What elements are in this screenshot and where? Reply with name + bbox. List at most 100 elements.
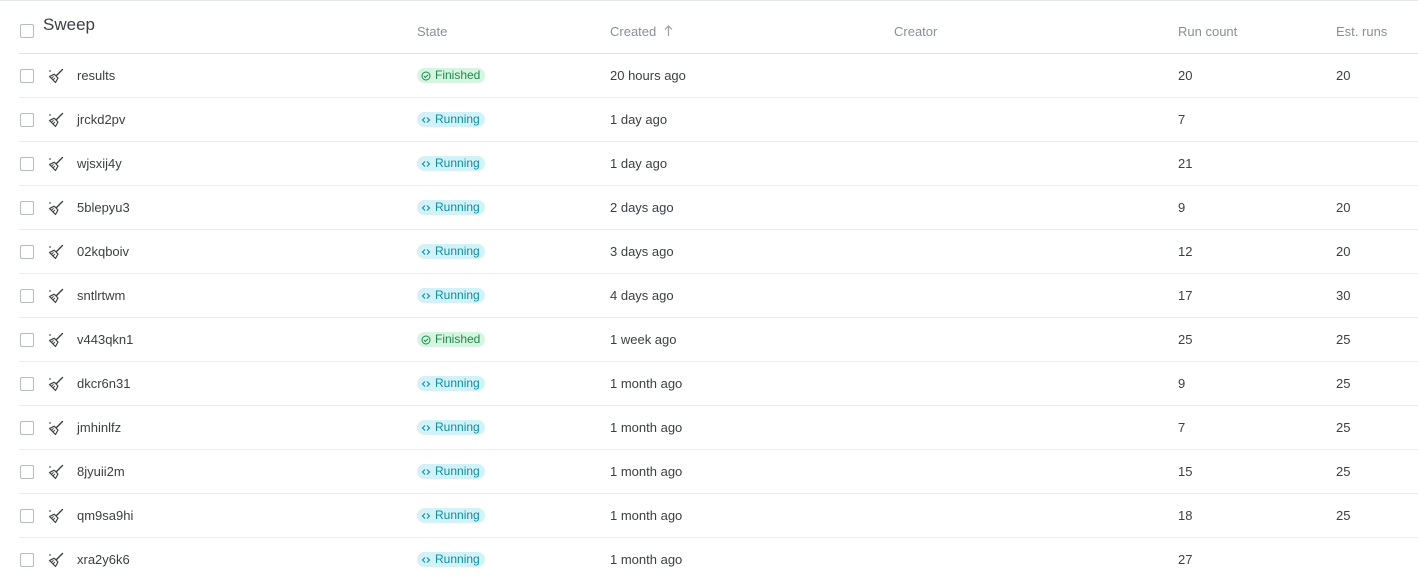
status-badge: Running bbox=[417, 288, 485, 303]
table-row[interactable]: 8jyuii2m Running 1 month ago 15 25 bbox=[19, 450, 1418, 494]
row-checkbox[interactable] bbox=[20, 68, 34, 83]
est-runs: 25 bbox=[1336, 420, 1351, 435]
est-runs: 20 bbox=[1336, 68, 1351, 83]
code-brackets-icon bbox=[421, 511, 431, 521]
row-checkbox-cell bbox=[20, 362, 40, 405]
row-checkbox[interactable] bbox=[20, 112, 34, 127]
est-runs: 25 bbox=[1336, 332, 1351, 347]
code-brackets-icon bbox=[421, 159, 431, 169]
header-created[interactable]: Created bbox=[610, 5, 673, 57]
state-cell: Running bbox=[417, 98, 485, 141]
header-run-count[interactable]: Run count bbox=[1178, 5, 1237, 57]
run-count: 9 bbox=[1178, 376, 1186, 391]
row-checkbox[interactable] bbox=[20, 244, 34, 259]
row-checkbox[interactable] bbox=[20, 420, 34, 435]
table-row[interactable]: sntlrtwm Running 4 days ago 17 30 bbox=[19, 274, 1418, 318]
sweep-name-link[interactable]: jmhinlfz bbox=[77, 420, 121, 435]
table-row[interactable]: 02kqboiv Running 3 days ago 12 20 bbox=[19, 230, 1418, 274]
status-badge: Running bbox=[417, 112, 485, 127]
table-row[interactable]: qm9sa9hi Running 1 month ago 18 25 bbox=[19, 494, 1418, 538]
header-est-runs[interactable]: Est. runs bbox=[1336, 5, 1387, 57]
table-row[interactable]: dkcr6n31 Running 1 month ago 9 25 bbox=[19, 362, 1418, 406]
status-badge: Running bbox=[417, 552, 485, 567]
header-creator[interactable]: Creator bbox=[894, 5, 937, 57]
created-time: 1 month ago bbox=[610, 376, 683, 391]
created-time: 2 days ago bbox=[610, 200, 674, 215]
state-cell: Running bbox=[417, 450, 485, 493]
table-row[interactable]: wjsxij4y Running 1 day ago 21 bbox=[19, 142, 1418, 186]
row-checkbox[interactable] bbox=[20, 508, 34, 523]
header-sweep[interactable]: Sweep bbox=[43, 0, 95, 51]
created-time: 1 month ago bbox=[610, 552, 683, 567]
state-cell: Running bbox=[417, 274, 485, 317]
sweep-name-link[interactable]: sntlrtwm bbox=[77, 288, 125, 303]
row-checkbox[interactable] bbox=[20, 376, 34, 391]
status-badge-label: Running bbox=[435, 156, 480, 170]
sweep-name-link[interactable]: wjsxij4y bbox=[77, 156, 122, 171]
sweep-name-link[interactable]: 02kqboiv bbox=[77, 244, 129, 259]
broom-icon bbox=[48, 274, 68, 317]
state-cell: Running bbox=[417, 362, 485, 405]
table-row[interactable]: xra2y6k6 Running 1 month ago 27 bbox=[19, 538, 1418, 581]
code-brackets-icon bbox=[421, 247, 431, 257]
status-badge: Running bbox=[417, 200, 485, 215]
created-time: 1 week ago bbox=[610, 332, 677, 347]
row-checkbox[interactable] bbox=[20, 156, 34, 171]
row-checkbox[interactable] bbox=[20, 552, 34, 567]
sweeps-table: Sweep State Created Creator Run count Es… bbox=[19, 1, 1418, 581]
header-created-label: Created bbox=[610, 23, 657, 39]
row-checkbox-cell bbox=[20, 406, 40, 449]
table-row[interactable]: v443qkn1 Finished 1 week ago 25 25 bbox=[19, 318, 1418, 362]
sweep-name-link[interactable]: results bbox=[77, 68, 115, 83]
created-time: 1 month ago bbox=[610, 508, 683, 523]
est-runs: 25 bbox=[1336, 464, 1351, 479]
broom-icon bbox=[48, 142, 68, 185]
row-checkbox[interactable] bbox=[20, 332, 34, 347]
row-checkbox-cell bbox=[20, 54, 40, 97]
sweep-name-link[interactable]: qm9sa9hi bbox=[77, 508, 133, 523]
sweep-name-link[interactable]: dkcr6n31 bbox=[77, 376, 130, 391]
broom-icon bbox=[48, 494, 68, 537]
row-checkbox[interactable] bbox=[20, 464, 34, 479]
sweep-name-link[interactable]: jrckd2pv bbox=[77, 112, 125, 127]
created-time: 1 day ago bbox=[610, 156, 668, 171]
sweep-name-link[interactable]: v443qkn1 bbox=[77, 332, 133, 347]
broom-icon bbox=[48, 538, 68, 581]
state-cell: Running bbox=[417, 494, 485, 537]
state-cell: Running bbox=[417, 142, 485, 185]
sweep-name-link[interactable]: xra2y6k6 bbox=[77, 552, 130, 567]
code-brackets-icon bbox=[421, 379, 431, 389]
check-circle-icon bbox=[421, 71, 431, 81]
status-badge-label: Running bbox=[435, 464, 480, 478]
sweep-name-link[interactable]: 5blepyu3 bbox=[77, 200, 130, 215]
created-time: 1 month ago bbox=[610, 420, 683, 435]
row-checkbox[interactable] bbox=[20, 288, 34, 303]
code-brackets-icon bbox=[421, 423, 431, 433]
run-count: 25 bbox=[1178, 332, 1193, 347]
run-count: 18 bbox=[1178, 508, 1193, 523]
table-row[interactable]: 5blepyu3 Running 2 days ago 9 20 bbox=[19, 186, 1418, 230]
status-badge-label: Running bbox=[435, 420, 480, 434]
run-count: 15 bbox=[1178, 464, 1193, 479]
table-row[interactable]: jmhinlfz Running 1 month ago 7 25 bbox=[19, 406, 1418, 450]
broom-icon bbox=[48, 98, 68, 141]
select-all-checkbox[interactable] bbox=[20, 24, 34, 38]
arrow-up-icon[interactable] bbox=[664, 25, 673, 37]
row-checkbox[interactable] bbox=[20, 200, 34, 215]
status-badge-label: Running bbox=[435, 288, 480, 302]
status-badge-label: Running bbox=[435, 200, 480, 214]
state-cell: Running bbox=[417, 406, 485, 449]
table-row[interactable]: jrckd2pv Running 1 day ago 7 bbox=[19, 98, 1418, 142]
created-time: 20 hours ago bbox=[610, 68, 686, 83]
code-brackets-icon bbox=[421, 291, 431, 301]
sweep-name-link[interactable]: 8jyuii2m bbox=[77, 464, 125, 479]
header-state[interactable]: State bbox=[417, 5, 447, 57]
table-header: Sweep State Created Creator Run count Es… bbox=[19, 1, 1418, 54]
row-checkbox-cell bbox=[20, 538, 40, 581]
row-checkbox-cell bbox=[20, 274, 40, 317]
run-count: 17 bbox=[1178, 288, 1193, 303]
table-row[interactable]: results Finished 20 hours ago 20 20 bbox=[19, 54, 1418, 98]
header-checkbox-cell bbox=[20, 5, 40, 57]
status-badge: Running bbox=[417, 420, 485, 435]
code-brackets-icon bbox=[421, 555, 431, 565]
